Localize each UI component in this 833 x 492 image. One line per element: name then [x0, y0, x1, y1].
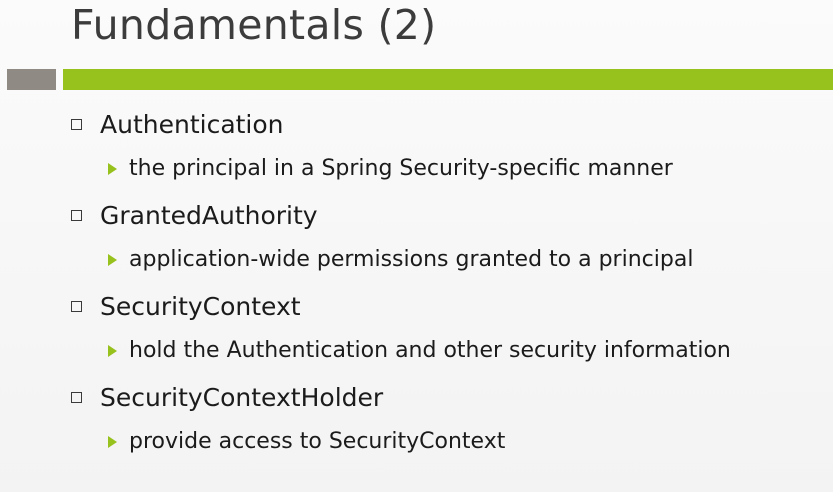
arrow-bullet-icon	[108, 163, 117, 175]
slide-title: Fundamentals (2)	[71, 1, 437, 49]
bullet-term: GrantedAuthority	[100, 200, 318, 230]
bullet-description: the principal in a Spring Security-speci…	[129, 155, 673, 181]
level1-bullet: GrantedAuthority	[71, 197, 318, 233]
bullet-item-authentication: Authentication the principal in a Spring…	[71, 106, 831, 197]
bullet-description: hold the Authentication and other securi…	[129, 337, 731, 363]
arrow-bullet-icon	[108, 254, 117, 266]
square-bullet-icon	[71, 209, 82, 221]
bullet-list: Authentication the principal in a Spring…	[71, 106, 831, 470]
slide: Fundamentals (2) Authentication the prin…	[0, 0, 833, 492]
level1-bullet: Authentication	[71, 106, 284, 142]
bullet-item-grantedauthority: GrantedAuthority application-wide permis…	[71, 197, 831, 288]
level2-bullet: provide access to SecurityContext	[108, 424, 505, 458]
level1-bullet: SecurityContext	[71, 288, 301, 324]
bullet-term: SecurityContextHolder	[100, 382, 384, 412]
bullet-term: Authentication	[100, 109, 284, 139]
level2-bullet: application-wide permissions granted to …	[108, 242, 693, 276]
level2-bullet: the principal in a Spring Security-speci…	[108, 151, 673, 185]
bullet-item-securitycontextholder: SecurityContextHolder provide access to …	[71, 379, 831, 470]
title-accent-green-bar	[63, 69, 833, 90]
arrow-bullet-icon	[108, 436, 117, 448]
bullet-term: SecurityContext	[100, 291, 301, 321]
square-bullet-icon	[71, 118, 82, 130]
arrow-bullet-icon	[108, 345, 117, 357]
square-bullet-icon	[71, 300, 82, 312]
square-bullet-icon	[71, 391, 82, 403]
level2-bullet: hold the Authentication and other securi…	[108, 333, 731, 367]
bullet-description: application-wide permissions granted to …	[129, 246, 694, 272]
title-accent-gray-bar	[7, 69, 56, 90]
bullet-description: provide access to SecurityContext	[129, 428, 506, 454]
level1-bullet: SecurityContextHolder	[71, 379, 383, 415]
bullet-item-securitycontext: SecurityContext hold the Authentication …	[71, 288, 831, 379]
